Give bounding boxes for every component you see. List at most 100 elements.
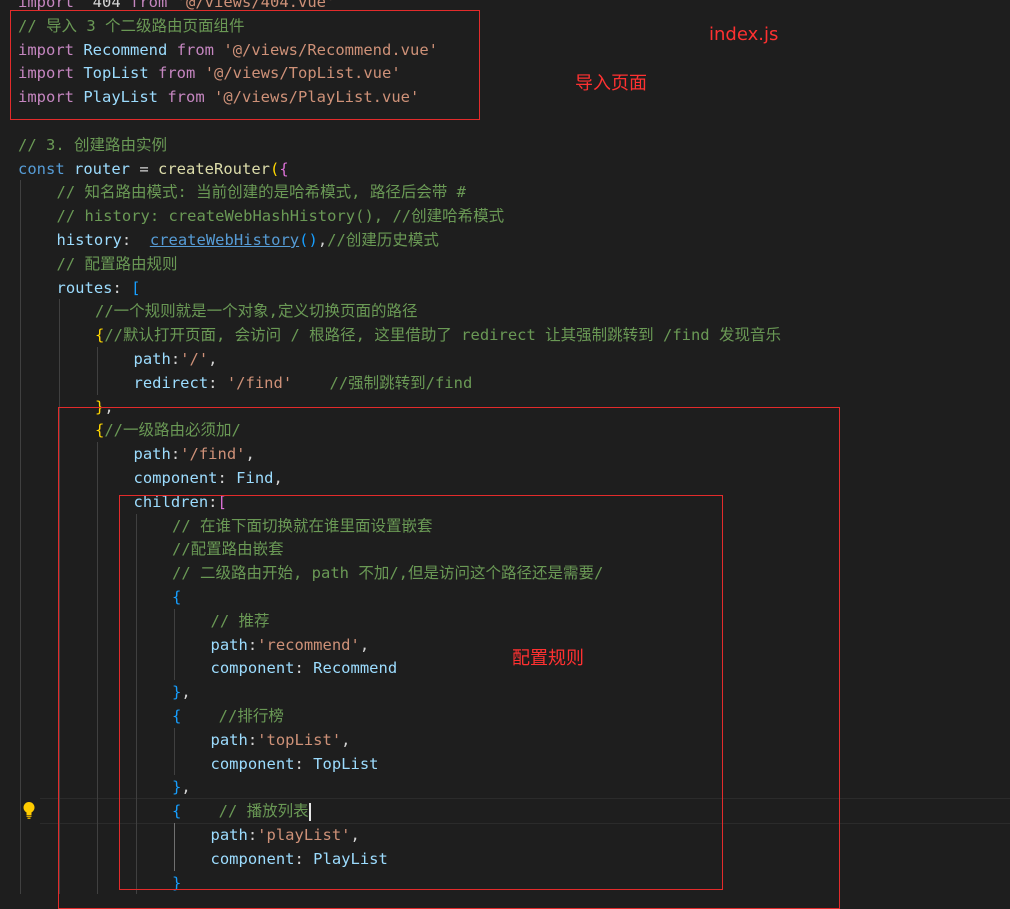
code-line[interactable]: redirect: '/find' //强制跳转到/find: [0, 371, 1010, 395]
code-line[interactable]: children:[: [0, 490, 1010, 514]
code-line[interactable]: import PlayList from '@/views/PlayList.v…: [0, 85, 1010, 109]
code-token: const: [18, 159, 65, 178]
code-token: '@/views/404.vue': [176, 0, 336, 11]
code-line[interactable]: import _404 from '@/views/404.vue': [0, 0, 1010, 14]
code-token: component: [210, 754, 295, 773]
code-token: import: [18, 0, 74, 11]
code-line[interactable]: },: [0, 395, 1010, 419]
file-name-label: index.js: [709, 24, 779, 45]
code-line[interactable]: path:'playList',: [0, 823, 1010, 847]
code-token: component: [210, 659, 295, 678]
code-token: // 知名路由模式: 当前创建的是哈希模式, 路径后会带 #: [56, 183, 467, 202]
code-line[interactable]: // history: createWebHashHistory(), //创建…: [0, 204, 1010, 228]
code-token: import: [18, 40, 74, 59]
code-line[interactable]: { // 播放列表: [0, 799, 1010, 823]
code-token: component: [210, 849, 295, 868]
code-token: ,: [104, 397, 114, 416]
code-token: ,: [273, 469, 283, 487]
code-token: :: [294, 659, 314, 678]
code-token: '@/views/TopList.vue': [204, 64, 401, 83]
code-token: :: [294, 849, 314, 868]
code-line[interactable]: component: Recommend: [0, 656, 1010, 680]
code-line[interactable]: // 在谁下面切换就在谁里面设置嵌套: [0, 514, 1010, 538]
code-token: ,: [359, 635, 370, 654]
config-rules-label: 配置规则: [512, 648, 584, 669]
code-token: }: [95, 397, 105, 416]
code-token: // 3. 创建路由实例: [18, 135, 167, 154]
code-line[interactable]: component: Find,: [0, 466, 1010, 490]
code-line[interactable]: {: [0, 585, 1010, 609]
code-token: {: [279, 159, 289, 178]
code-line[interactable]: },: [0, 680, 1010, 704]
code-line[interactable]: history: createWebHistory(),//创建历史模式: [0, 228, 1010, 252]
code-token: children: [133, 492, 209, 511]
code-line[interactable]: routes: [: [0, 276, 1010, 300]
code-token: routes: [56, 278, 113, 297]
code-token: :: [170, 350, 181, 368]
code-token: //默认打开页面, 会访问 / 根路径, 这里借助了 redirect 让其强制…: [104, 326, 781, 345]
code-token: Find: [236, 469, 274, 487]
code-line[interactable]: component: TopList: [0, 752, 1010, 776]
code-token: [: [131, 278, 141, 297]
code-token: _404: [74, 0, 130, 11]
code-line[interactable]: // 二级路由开始, path 不加/,但是访问这个路径还是需要/: [0, 561, 1010, 585]
code-line[interactable]: path:'topList',: [0, 728, 1010, 752]
code-token: ,: [317, 231, 328, 249]
code-line[interactable]: path:'recommend',: [0, 633, 1010, 657]
code-token: path: [210, 730, 248, 749]
code-line[interactable]: //一个规则就是一个对象,定义切换页面的路径: [0, 299, 1010, 323]
code-token: (: [270, 159, 280, 178]
code-line[interactable]: // 导入 3 个二级路由页面组件: [0, 14, 1010, 38]
code-token: TopList: [83, 64, 149, 83]
code-line[interactable]: },: [0, 775, 1010, 799]
code-token: PlayList: [83, 88, 158, 107]
code-token: '/find': [226, 373, 293, 392]
code-line[interactable]: // 3. 创建路由实例: [0, 133, 1010, 157]
code-token: '@/views/PlayList.vue': [214, 88, 420, 107]
code-line[interactable]: import Recommend from '@/views/Recommend…: [0, 38, 1010, 62]
code-token: import: [18, 64, 74, 83]
code-token: {: [172, 707, 182, 725]
code-token: :: [208, 373, 227, 392]
code-line[interactable]: path:'/',: [0, 347, 1010, 371]
code-token: // 播放列表: [218, 802, 309, 821]
code-line[interactable]: { //排行榜: [0, 704, 1010, 728]
code-line[interactable]: const router = createRouter({: [0, 157, 1010, 181]
code-line[interactable]: // 配置路由规则: [0, 252, 1010, 276]
code-line[interactable]: import TopList from '@/views/TopList.vue…: [0, 61, 1010, 85]
code-token: createRouter: [158, 159, 270, 178]
code-line[interactable]: [0, 109, 1010, 133]
code-line[interactable]: path:'/find',: [0, 442, 1010, 466]
code-line[interactable]: //配置路由嵌套: [0, 537, 1010, 561]
code-line[interactable]: {//一级路由必须加/: [0, 418, 1010, 442]
code-line[interactable]: component: PlayList: [0, 847, 1010, 871]
code-token: TopList: [313, 754, 379, 773]
code-token: component: [133, 469, 218, 487]
code-token: Recommend: [83, 40, 168, 59]
code-token: ,: [181, 778, 191, 797]
code-token: '@/views/Recommend.vue': [223, 40, 438, 59]
code-token: // history: createWebHashHistory(), //创建…: [56, 207, 505, 226]
code-line[interactable]: // 推荐: [0, 609, 1010, 633]
code-editor[interactable]: import _404 from '@/views/404.vue' // 导入 …: [0, 0, 1010, 909]
code-token: //强制跳转到/find: [329, 373, 473, 392]
code-token: path: [210, 635, 248, 654]
code-token: 'playList': [257, 826, 351, 844]
code-token: :: [121, 231, 150, 249]
code-token: import: [18, 88, 74, 107]
code-token: ,: [181, 683, 191, 702]
lightbulb-icon[interactable]: [20, 800, 38, 820]
text-cursor: [308, 802, 311, 821]
code-line[interactable]: }: [0, 871, 1010, 895]
code-line[interactable]: // 知名路由模式: 当前创建的是哈希模式, 路径后会带 #: [0, 180, 1010, 204]
code-line[interactable]: {//默认打开页面, 会访问 / 根路径, 这里借助了 redirect 让其强…: [0, 323, 1010, 347]
